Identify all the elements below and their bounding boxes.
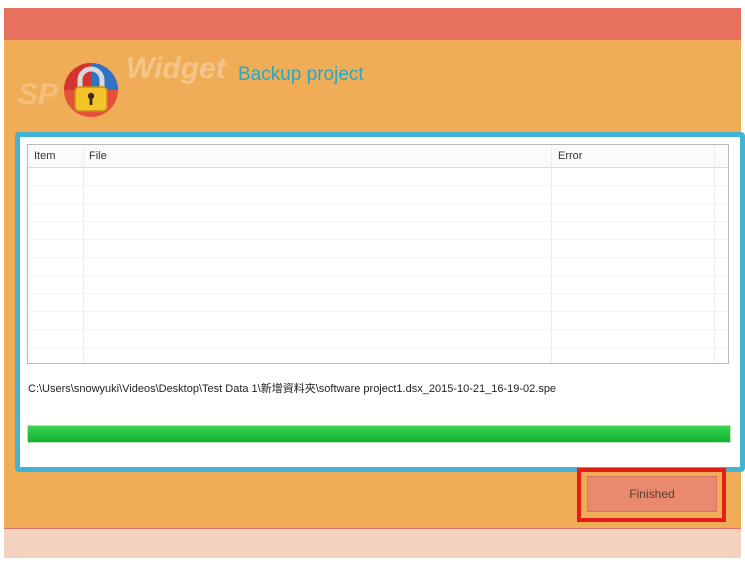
logo-text-prefix: SP — [18, 78, 59, 111]
row-divider — [28, 293, 728, 294]
column-divider — [83, 145, 84, 363]
backup-window: SP Widget Backup project Item File Error — [4, 8, 745, 558]
column-divider — [714, 145, 715, 363]
column-header-file[interactable]: File — [89, 150, 107, 162]
row-divider — [28, 239, 728, 240]
results-table[interactable]: Item File Error — [27, 144, 729, 364]
column-divider — [551, 145, 552, 363]
current-file-path: C:\Users\snowyuki\Videos\Desktop\Test Da… — [28, 383, 557, 395]
row-divider — [28, 203, 728, 204]
row-divider — [28, 275, 728, 276]
column-header-item[interactable]: Item — [34, 150, 55, 162]
page-title: Backup project — [238, 64, 364, 85]
column-header-error[interactable]: Error — [558, 150, 582, 162]
progress-fill — [28, 426, 730, 442]
row-divider — [28, 329, 728, 330]
padlock-icon — [64, 63, 118, 117]
row-divider — [28, 185, 728, 186]
backup-panel: Item File Error C:\Users\snowyuki\Videos… — [15, 132, 745, 472]
row-divider — [28, 221, 728, 222]
finished-button[interactable]: Finished — [587, 476, 717, 512]
title-bar[interactable] — [4, 8, 741, 40]
row-divider — [28, 347, 728, 348]
table-header: Item File Error — [28, 145, 728, 168]
row-divider — [28, 311, 728, 312]
row-divider — [28, 257, 728, 258]
progress-bar — [27, 425, 731, 443]
logo-text-suffix: Widget — [126, 52, 226, 85]
footer-band — [4, 529, 741, 558]
